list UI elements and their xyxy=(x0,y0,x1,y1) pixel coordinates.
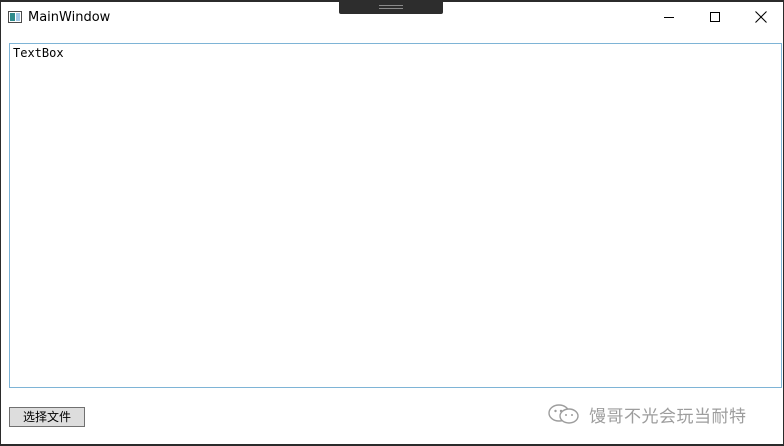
file-content-textbox[interactable]: TextBox xyxy=(9,43,782,388)
close-button[interactable] xyxy=(738,2,784,32)
minimize-button[interactable] xyxy=(646,2,692,32)
watermark: 馒哥不光会玩当耐特 xyxy=(547,402,747,427)
maximize-icon xyxy=(710,12,720,22)
app-icon xyxy=(8,11,22,23)
snap-drag-handle[interactable] xyxy=(339,0,443,14)
select-file-button[interactable]: 选择文件 xyxy=(9,407,85,427)
window-title: MainWindow xyxy=(28,10,111,25)
close-icon xyxy=(755,11,767,23)
main-window: MainWindow TextBox 选择文件 馒哥不光会玩当耐特 xyxy=(0,0,784,446)
wechat-icon xyxy=(548,404,579,424)
title-bar[interactable]: MainWindow xyxy=(1,0,784,34)
maximize-button[interactable] xyxy=(692,2,738,32)
minimize-icon xyxy=(664,17,674,18)
watermark-text: 馒哥不光会玩当耐特 xyxy=(589,406,747,427)
